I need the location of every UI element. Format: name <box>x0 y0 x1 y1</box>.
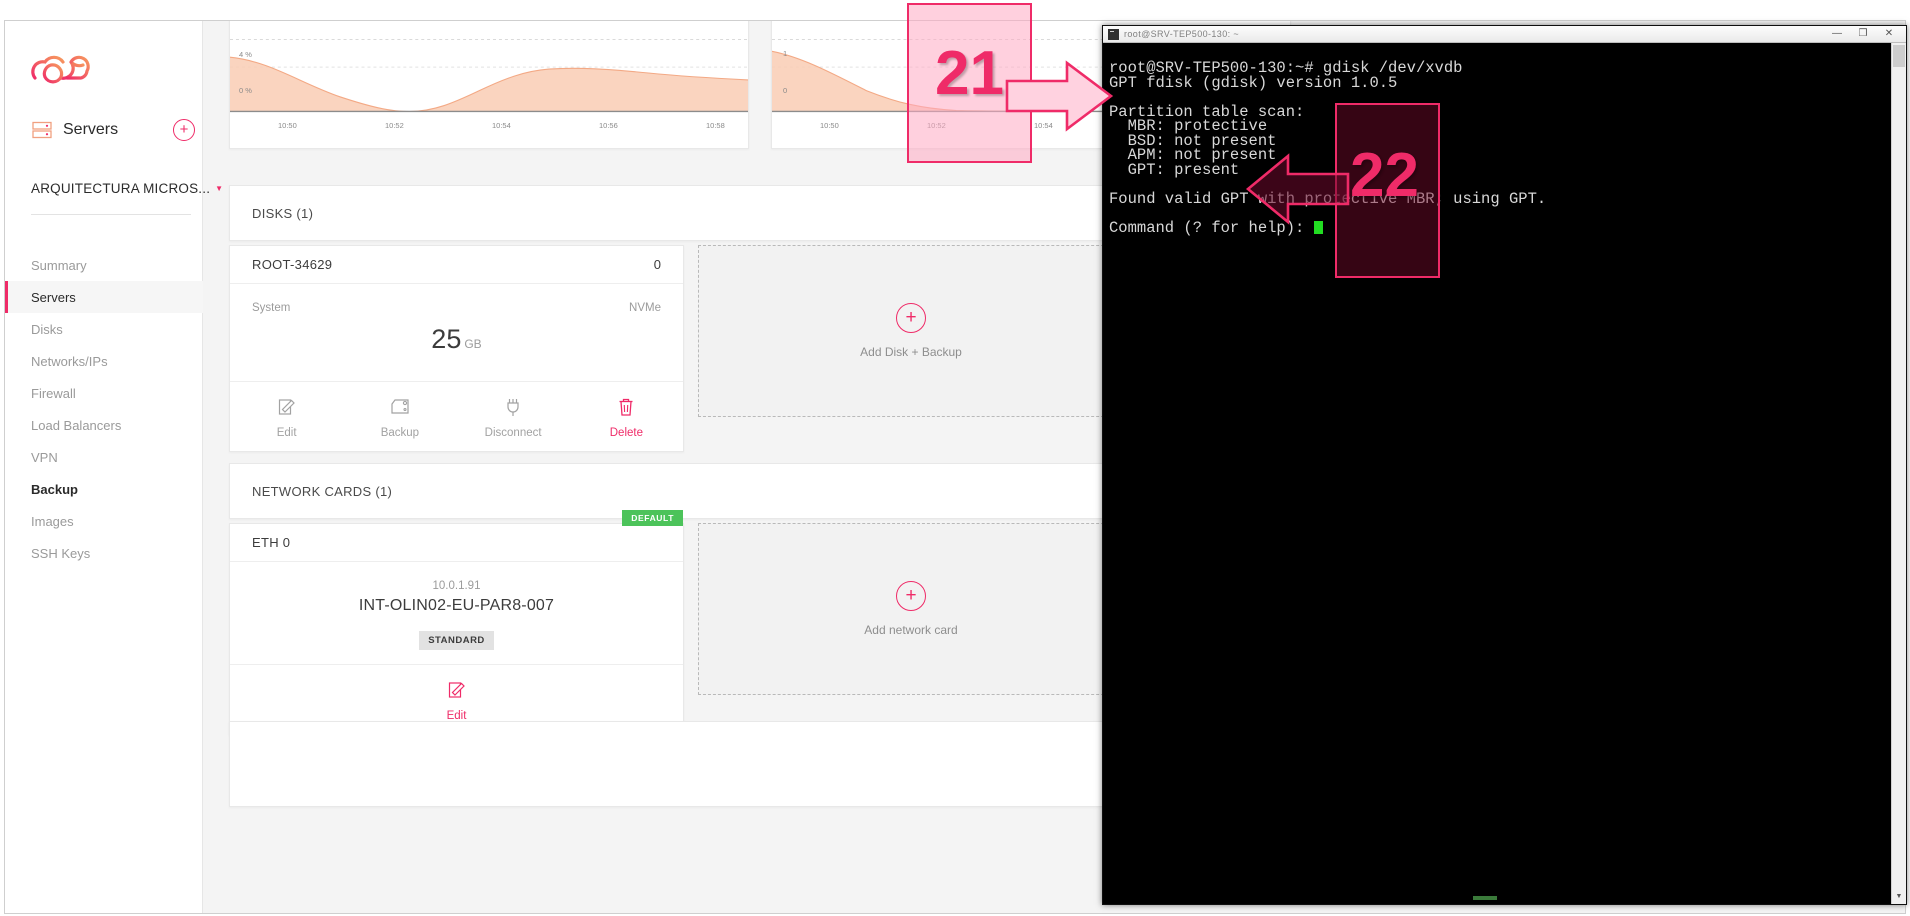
plus-icon: + <box>896 303 926 333</box>
network-card-header: ETH 0 <box>230 524 683 562</box>
disk-capacity-number: 25 <box>431 324 462 354</box>
terminal-line: GPT fdisk (gdisk) version 1.0.5 <box>1109 73 1398 92</box>
disk-backup-button[interactable]: Backup <box>343 396 456 439</box>
cpu-usage-chart-card: 4 % 0 % 10:50 10:52 10:54 10:56 10:58 <box>229 21 749 149</box>
chart1-xtick-0: 10:50 <box>278 121 297 130</box>
sidebar-item-load-balancers[interactable]: Load Balancers <box>5 409 203 441</box>
sidebar-item-ssh-keys[interactable]: SSH Keys <box>5 537 203 569</box>
scroll-down-icon[interactable]: ▼ <box>1892 890 1906 904</box>
screen: Servers + ARQUITECTURA MICROS... ▼ Summa… <box>0 0 1910 916</box>
network-card-name: ETH 0 <box>252 535 291 550</box>
edit-icon <box>230 396 343 418</box>
sidebar-nav: Summary Servers Disks Networks/IPs Firew… <box>5 249 203 569</box>
disk-backup-label: Backup <box>380 427 420 439</box>
scrollbar-thumb[interactable] <box>1893 45 1905 67</box>
sidebar-item-disks[interactable]: Disks <box>5 313 203 345</box>
annotation-22-arrow <box>1245 153 1350 225</box>
terminal-line: Found valid GPT with protective MBR; usi… <box>1109 189 1547 208</box>
cpu-usage-chart: 4 % 0 % 10:50 10:52 10:54 10:56 10:58 <box>230 21 748 148</box>
disk-delete-label: Delete <box>609 427 643 439</box>
cloud-logo[interactable] <box>31 51 93 87</box>
disk-actions: Edit Backup Disconnect Delete <box>230 381 683 451</box>
terminal-body[interactable]: root@SRV-TEP500-130:~# gdisk /dev/xvdb G… <box>1103 43 1906 904</box>
sidebar-item-images[interactable]: Images <box>5 505 203 537</box>
sidebar-item-servers[interactable]: Servers <box>5 281 203 313</box>
chart1-ytick-bottom: 0 % <box>239 86 252 95</box>
chart1-xtick-3: 10:56 <box>599 121 618 130</box>
status-badge: DEFAULT <box>622 510 683 526</box>
sidebar-item-backup[interactable]: Backup <box>5 473 203 505</box>
window-controls: — ❒ ✕ <box>1824 26 1902 42</box>
terminal-prompt-line: Command (? for help): <box>1109 220 1906 235</box>
sidebar-item-vpn[interactable]: VPN <box>5 441 203 473</box>
network-card-ip: 10.0.1.91 <box>432 580 481 592</box>
disconnect-icon <box>457 396 570 418</box>
terminal-status-mark <box>1473 896 1497 900</box>
project-selector[interactable]: ARQUITECTURA MICROS... ▼ <box>31 181 223 196</box>
disk-value: 0 <box>653 257 661 272</box>
sidebar-brand[interactable]: Servers <box>31 115 191 145</box>
disk-edit-button[interactable]: Edit <box>230 396 343 439</box>
terminal-titlebar[interactable]: root@SRV-TEP500-130: ~ — ❒ ✕ <box>1103 26 1906 43</box>
maximize-button[interactable]: ❒ <box>1850 26 1876 42</box>
terminal-scrollbar[interactable]: ▲ ▼ <box>1891 43 1906 904</box>
chart2-ytick-bottom: 0 <box>783 86 788 95</box>
chart1-xtick-2: 10:54 <box>492 121 511 130</box>
server-icon <box>31 119 53 141</box>
disk-capacity-unit: GB <box>464 337 482 351</box>
annotation-21-number: 21 <box>935 39 1004 108</box>
terminal-icon <box>1108 28 1119 40</box>
network-card-body: 10.0.1.91 INT-OLIN02-EU-PAR8-007 STANDAR… <box>230 562 683 664</box>
disk-disconnect-label: Disconnect <box>484 427 542 439</box>
network-card: DEFAULT ETH 0 10.0.1.91 INT-OLIN02-EU-PA… <box>229 510 684 735</box>
disk-meta-row: System NVMe <box>230 284 683 314</box>
chart1-ytick-top: 4 % <box>239 50 252 59</box>
sidebar-brand-label: Servers <box>63 121 119 138</box>
disk-name: ROOT-34629 <box>252 257 333 272</box>
add-network-card-tile[interactable]: + Add network card <box>698 523 1124 695</box>
disk-edit-label: Edit <box>276 427 297 439</box>
disk-card-header: ROOT-34629 0 <box>230 246 683 284</box>
plus-icon: + <box>896 581 926 611</box>
minimize-button[interactable]: — <box>1824 26 1850 42</box>
disk-card: ROOT-34629 0 System NVMe 25 GB Edit Back… <box>229 245 684 452</box>
network-card-chip: STANDARD <box>419 631 494 650</box>
close-button[interactable]: ✕ <box>1876 26 1902 42</box>
disks-section-header: DISKS (1) <box>229 185 1124 241</box>
sidebar: Servers + ARQUITECTURA MICROS... ▼ Summa… <box>5 21 223 913</box>
sidebar-item-firewall[interactable]: Firewall <box>5 377 203 409</box>
disk-delete-button[interactable]: Delete <box>570 396 683 439</box>
terminal-title: root@SRV-TEP500-130: ~ <box>1124 29 1240 39</box>
disk-type: System <box>252 302 291 314</box>
chart2-xtick-0: 10:50 <box>820 121 839 130</box>
next-section-placeholder <box>229 721 1124 807</box>
terminal-line: GPT: present <box>1109 160 1240 179</box>
disk-capacity: 25 GB <box>230 314 683 381</box>
disk-disconnect-button[interactable]: Disconnect <box>457 396 570 439</box>
trash-icon <box>570 396 683 418</box>
add-disk-label: Add Disk + Backup <box>860 345 962 359</box>
sidebar-item-networks-ips[interactable]: Networks/IPs <box>5 345 203 377</box>
add-network-card-label: Add network card <box>864 623 958 637</box>
disk-card-body: System NVMe 25 GB <box>230 284 683 381</box>
chevron-down-icon: ▼ <box>215 183 224 193</box>
sidebar-divider <box>31 214 191 215</box>
edit-icon <box>230 679 683 701</box>
chart1-xtick-4: 10:58 <box>706 121 725 130</box>
annotation-21-arrow <box>1005 60 1114 132</box>
network-section-title: NETWORK CARDS (1) <box>252 483 393 499</box>
add-server-button[interactable]: + <box>173 119 195 141</box>
sidebar-item-summary[interactable]: Summary <box>5 249 203 281</box>
terminal-window[interactable]: root@SRV-TEP500-130: ~ — ❒ ✕ root@SRV-TE… <box>1102 25 1907 905</box>
disk-storage-class: NVMe <box>629 302 661 314</box>
network-card-network: INT-OLIN02-EU-PAR8-007 <box>358 597 555 614</box>
network-card-edit-button[interactable]: Edit <box>230 679 683 722</box>
backup-icon <box>343 396 456 418</box>
chart2-ytick-top: 1 <box>783 49 788 58</box>
add-disk-tile[interactable]: + Add Disk + Backup <box>698 245 1124 417</box>
annotation-22-number: 22 <box>1350 141 1419 210</box>
chart1-xtick-1: 10:52 <box>385 121 404 130</box>
project-name: ARQUITECTURA MICROS... <box>31 181 211 196</box>
disks-section-title: DISKS (1) <box>252 205 314 221</box>
